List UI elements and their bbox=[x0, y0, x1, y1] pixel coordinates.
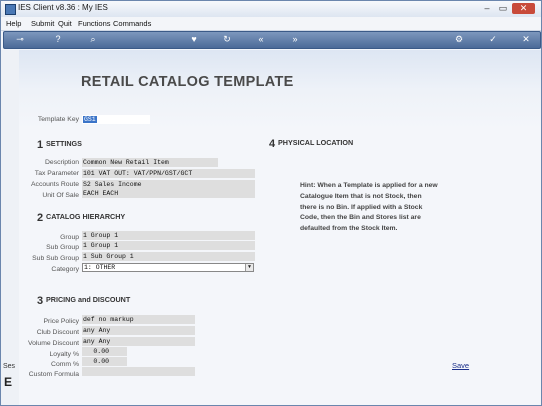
app-window: IES Client v8.36 : My IES – ▭ ✕ Help Sub… bbox=[0, 0, 542, 406]
group-field[interactable]: 1 Group 1 bbox=[82, 231, 255, 240]
pricing-title: PRICING and DISCOUNT bbox=[46, 295, 131, 304]
close-window-icon[interactable]: ✕ bbox=[512, 3, 535, 14]
category-value: 1: OTHER bbox=[84, 264, 116, 271]
menu-help[interactable]: Help bbox=[6, 19, 21, 28]
hierarchy-title: CATALOG HIERARCHY bbox=[46, 212, 126, 221]
menu-bar: Help Submit Quit Functions Commands bbox=[1, 17, 541, 31]
toolbar: ⊸ ? ⌕ ♥ ↻ « » ⚙ ✓ ✕ bbox=[3, 31, 541, 49]
gear-icon[interactable]: ⚙ bbox=[453, 34, 465, 45]
volume-discount-field[interactable]: any Any bbox=[82, 337, 195, 346]
menu-submit[interactable]: Submit bbox=[31, 19, 54, 28]
search-icon[interactable]: ⌕ bbox=[87, 34, 99, 45]
help-icon[interactable]: ? bbox=[52, 34, 64, 45]
sub-sub-group-label: Sub Sub Group bbox=[32, 255, 79, 262]
settings-title: SETTINGS bbox=[46, 139, 82, 148]
accounts-route-label: Accounts Route bbox=[31, 181, 79, 188]
close-icon[interactable]: ✕ bbox=[520, 34, 532, 45]
description-label: Description bbox=[45, 159, 79, 166]
forward-icon[interactable]: » bbox=[289, 34, 301, 45]
price-policy-field[interactable]: def no markup bbox=[82, 315, 195, 324]
template-key-value: GS1 bbox=[83, 116, 97, 123]
physical-number: 4 bbox=[269, 138, 276, 150]
loyalty-label: Loyalty % bbox=[49, 351, 79, 358]
comm-field[interactable]: 0.00 bbox=[82, 357, 127, 366]
price-policy-label: Price Policy bbox=[43, 318, 79, 325]
unit-of-sale-field[interactable]: EACH EACH bbox=[82, 189, 255, 198]
app-icon bbox=[5, 4, 16, 15]
accounts-route-field[interactable]: S2 Sales Income bbox=[82, 180, 255, 189]
minimize-icon[interactable]: – bbox=[480, 3, 494, 14]
volume-discount-label: Volume Discount bbox=[27, 340, 79, 347]
chevron-down-icon[interactable]: ▼ bbox=[245, 264, 253, 271]
maximize-icon[interactable]: ▭ bbox=[496, 3, 510, 14]
custom-formula-field[interactable] bbox=[82, 367, 195, 376]
unit-of-sale-label: Unit Of Sale bbox=[42, 192, 79, 199]
comm-label: Comm % bbox=[51, 361, 79, 368]
sub-group-field[interactable]: 1 Group 1 bbox=[82, 241, 255, 250]
window-title: IES Client v8.36 : My IES bbox=[18, 3, 108, 12]
pricing-number: 3 bbox=[37, 295, 44, 307]
refresh-icon[interactable]: ↻ bbox=[221, 34, 233, 45]
sub-sub-group-field[interactable]: 1 Sub Group 1 bbox=[82, 252, 255, 261]
category-select[interactable]: 1: OTHER ▼ bbox=[82, 263, 254, 272]
menu-functions[interactable]: Functions bbox=[78, 19, 111, 28]
physical-title: PHYSICAL LOCATION bbox=[278, 138, 354, 147]
category-label: Category bbox=[51, 266, 79, 273]
tax-parameter-label: Tax Parameter bbox=[34, 170, 79, 177]
menu-commands[interactable]: Commands bbox=[113, 19, 151, 28]
key-icon[interactable]: ⊸ bbox=[10, 34, 30, 45]
save-button[interactable]: Save bbox=[452, 361, 469, 370]
loyalty-field[interactable]: 0.00 bbox=[82, 347, 127, 356]
title-bar: IES Client v8.36 : My IES – ▭ ✕ bbox=[1, 1, 541, 17]
hint-text: Hint: When a Template is applied for a n… bbox=[300, 182, 438, 233]
description-field[interactable]: Common New Retail Item bbox=[82, 158, 218, 167]
template-key-label: Template Key bbox=[37, 116, 79, 123]
back-icon[interactable]: « bbox=[255, 34, 267, 45]
sub-group-label: Sub Group bbox=[46, 244, 79, 251]
menu-quit[interactable]: Quit bbox=[58, 19, 72, 28]
hierarchy-number: 2 bbox=[37, 212, 44, 224]
settings-number: 1 bbox=[37, 139, 44, 151]
template-key-input[interactable]: GS1 bbox=[82, 115, 150, 124]
group-label: Group bbox=[60, 234, 79, 241]
page-title: RETAIL CATALOG TEMPLATE bbox=[81, 74, 294, 90]
tax-parameter-field[interactable]: 101 VAT OUT: VAT/PPN/GST/GCT bbox=[82, 169, 255, 178]
check-icon[interactable]: ✓ bbox=[487, 34, 499, 45]
custom-formula-label: Custom Formula bbox=[28, 371, 79, 378]
heart-icon[interactable]: ♥ bbox=[188, 34, 200, 45]
club-discount-field[interactable]: any Any bbox=[82, 326, 195, 335]
club-discount-label: Club Discount bbox=[36, 329, 79, 336]
